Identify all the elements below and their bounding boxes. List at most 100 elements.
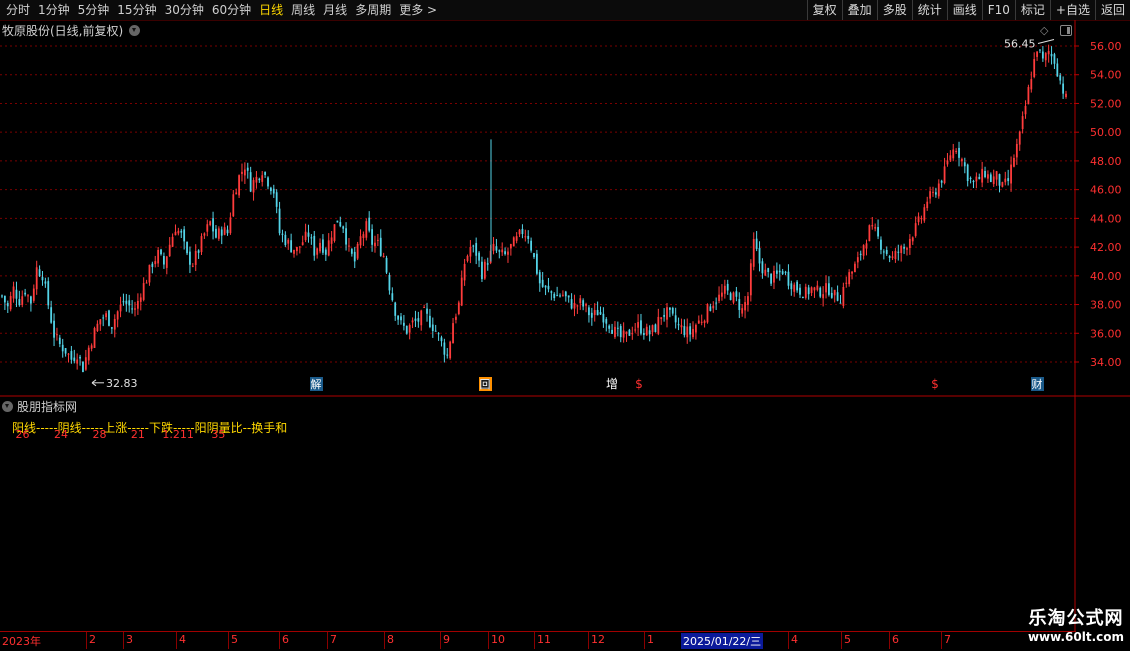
candle-body xyxy=(139,297,142,302)
candle-body xyxy=(813,287,816,291)
candle-body xyxy=(264,172,267,175)
date-label: 3 xyxy=(126,633,133,646)
candle-body xyxy=(770,274,772,284)
candle-body xyxy=(70,351,73,360)
candle-body xyxy=(781,271,784,275)
candle-body xyxy=(726,283,729,291)
candle-body xyxy=(333,224,336,241)
event-marker-text[interactable]: 增 xyxy=(606,377,618,391)
candle-body xyxy=(721,292,723,297)
candle-body xyxy=(50,307,53,323)
candle-body xyxy=(304,231,307,241)
diamond-icon[interactable]: ◇ xyxy=(1040,24,1048,37)
max-pointer xyxy=(1037,39,1055,45)
candle-body xyxy=(648,330,651,335)
candle-body xyxy=(871,225,874,227)
candle-body xyxy=(654,324,657,332)
candle-body xyxy=(706,304,709,323)
candle-body xyxy=(394,302,397,316)
candle-body xyxy=(1065,93,1067,98)
candle-body xyxy=(27,295,29,297)
date-label: 6 xyxy=(892,633,899,646)
candle-body xyxy=(729,293,732,300)
candle-body xyxy=(12,286,15,299)
date-tick xyxy=(534,632,535,649)
event-marker-text[interactable]: $ xyxy=(635,377,643,391)
candles-group xyxy=(1,44,1067,373)
watermark-logo: 乐淘公式网 www.60lt.com xyxy=(1028,604,1124,644)
candle-body xyxy=(460,277,463,306)
candle-body xyxy=(625,331,628,334)
candle-body xyxy=(955,150,958,153)
candle-body xyxy=(602,313,605,323)
candle-body xyxy=(538,272,541,284)
candle-body xyxy=(455,316,457,320)
candle-body xyxy=(229,217,232,234)
indicator-values: 26 24 28 21 1.211 35 xyxy=(12,428,226,441)
candle-body xyxy=(475,243,478,256)
price-tick-label: 34.00 xyxy=(1090,356,1122,369)
candle-body xyxy=(58,337,61,345)
candle-body xyxy=(570,299,573,309)
candle-body xyxy=(963,162,966,167)
candle-body xyxy=(379,237,382,256)
candle-body xyxy=(258,178,261,181)
candle-body xyxy=(223,227,226,235)
candle-body xyxy=(518,229,521,235)
candle-body xyxy=(527,235,530,239)
candle-body xyxy=(651,325,654,333)
candle-body xyxy=(472,245,475,247)
candle-body xyxy=(1059,75,1062,81)
candle-body xyxy=(663,315,666,317)
candle-body xyxy=(235,192,238,195)
candle-body xyxy=(35,267,38,290)
candle-body xyxy=(897,251,900,253)
candle-body xyxy=(509,244,512,249)
candle-body xyxy=(56,334,58,336)
candle-body xyxy=(82,361,84,373)
candle-body xyxy=(692,328,694,338)
candle-body xyxy=(657,316,660,334)
indicator-dropdown-icon[interactable] xyxy=(2,401,13,412)
kline-chart[interactable]: 56.00 54.00 52.00 50.00 48.00 46.00 44.00 42.00… xyxy=(0,0,1130,650)
candle-body xyxy=(1033,58,1036,77)
candle-body xyxy=(972,180,975,183)
date-label: 11 xyxy=(537,633,551,646)
date-tick xyxy=(327,632,328,649)
candle-body xyxy=(73,357,76,362)
candle-body xyxy=(362,234,365,239)
date-tick xyxy=(279,632,280,649)
candle-body xyxy=(715,302,718,304)
candle-body xyxy=(865,243,868,249)
candle-body xyxy=(903,246,905,249)
candle-body xyxy=(1050,53,1053,57)
candle-body xyxy=(437,333,440,335)
candle-body xyxy=(773,270,775,283)
candle-body xyxy=(359,236,362,246)
event-marker-text: 财 xyxy=(1032,377,1043,391)
candle-body xyxy=(385,257,388,273)
candle-body xyxy=(177,230,180,234)
candle-body xyxy=(981,168,984,183)
candle-body xyxy=(810,287,813,294)
candle-body xyxy=(157,250,160,264)
window-toggle-icon[interactable] xyxy=(1060,25,1072,36)
candle-body xyxy=(854,263,856,273)
candle-body xyxy=(44,281,47,284)
date-tick xyxy=(841,632,842,649)
event-marker-text[interactable]: $ xyxy=(931,377,939,391)
price-tick-label: 52.00 xyxy=(1090,97,1122,110)
candle-body xyxy=(99,319,102,325)
candle-body xyxy=(680,325,683,328)
candle-body xyxy=(851,271,853,274)
candle-body xyxy=(796,281,799,291)
date-tick xyxy=(176,632,177,649)
candle-body xyxy=(822,294,825,299)
dropdown-circle-icon[interactable] xyxy=(129,25,141,36)
date-label: 7 xyxy=(944,633,951,646)
candle-body xyxy=(148,264,151,283)
candle-body xyxy=(932,191,934,193)
candle-body xyxy=(856,257,859,263)
candle-body xyxy=(168,244,171,257)
candle-body xyxy=(281,233,284,235)
